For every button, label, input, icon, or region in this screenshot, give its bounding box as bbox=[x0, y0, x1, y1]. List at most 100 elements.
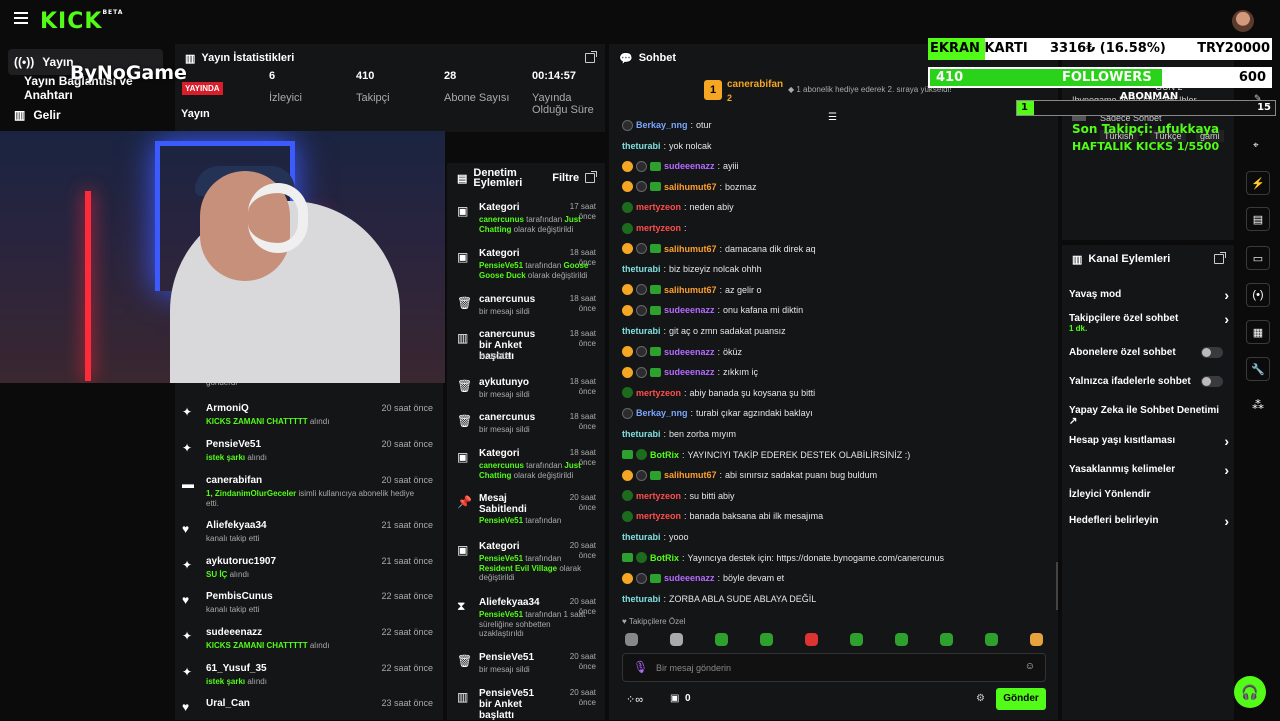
moderation-user[interactable]: PensieVe51 bbox=[479, 516, 523, 525]
popout-icon[interactable] bbox=[1214, 252, 1226, 264]
toggle-switch[interactable] bbox=[1201, 347, 1223, 358]
emote-icon[interactable] bbox=[805, 633, 818, 646]
avatar[interactable] bbox=[1232, 10, 1254, 32]
chat-username[interactable]: BotRix bbox=[650, 553, 679, 563]
gift-icon[interactable]: ▣ bbox=[670, 693, 679, 704]
chat-username[interactable]: mertyzeon bbox=[636, 223, 681, 233]
chat-username[interactable]: theturabi bbox=[622, 141, 661, 151]
kick-logo[interactable]: KICKBETA bbox=[40, 9, 123, 34]
chat-username[interactable]: theturabi bbox=[622, 264, 661, 274]
subs-goal-bar: 1 ABONMAN 15 bbox=[1016, 91, 1276, 116]
channel-action-item[interactable]: Hesap yaşı kısıtlaması › bbox=[1069, 433, 1229, 449]
chat-username[interactable]: mertyzeon bbox=[636, 388, 681, 398]
chat-input[interactable]: 🎙 Bir mesaj gönderin ☺ bbox=[622, 653, 1046, 682]
support-icon[interactable]: 🎧 bbox=[1234, 676, 1266, 708]
moderation-user[interactable]: canercunus bbox=[479, 215, 524, 224]
chat-username[interactable]: theturabi bbox=[622, 429, 661, 439]
toggle-switch[interactable] bbox=[1201, 376, 1223, 387]
chat-settings-icon[interactable]: ⚙ bbox=[976, 693, 985, 704]
emote-icon[interactable] bbox=[850, 633, 863, 646]
activity-user[interactable]: PensieVe51 bbox=[206, 439, 261, 450]
layout-icon[interactable]: ▦ bbox=[1246, 320, 1270, 344]
chat-username[interactable]: mertyzeon bbox=[636, 511, 681, 521]
top-gifter-name[interactable]: canerabifan bbox=[727, 79, 783, 90]
activity-user[interactable]: Aliefekyaa34 bbox=[206, 520, 267, 531]
emoji-icon[interactable]: ☺ bbox=[1025, 661, 1035, 672]
emote-icon[interactable] bbox=[1030, 633, 1043, 646]
chat-username[interactable]: salihumut67 bbox=[664, 182, 717, 192]
chat-username[interactable]: sudeeenazz bbox=[664, 573, 715, 583]
broadcast-icon[interactable]: (•) bbox=[1246, 283, 1270, 307]
activity-detail-text: kanalı takip etti bbox=[206, 534, 260, 543]
chat-username[interactable]: theturabi bbox=[622, 326, 661, 336]
activity-user[interactable]: sudeeenazz bbox=[206, 627, 262, 638]
send-button[interactable]: Gönder bbox=[996, 688, 1046, 710]
channel-action-item[interactable]: Yasaklanmış kelimeler › bbox=[1069, 462, 1229, 478]
more-icon[interactable]: ⁂ bbox=[1252, 398, 1264, 412]
chat-username[interactable]: sudeeenazz bbox=[664, 347, 715, 357]
moderation-title: canercunus bbox=[479, 294, 536, 305]
chat-username[interactable]: sudeeenazz bbox=[664, 367, 715, 377]
chat-username[interactable]: Berkay_nng bbox=[636, 408, 688, 418]
channel-action-item[interactable]: Yavaş mod › bbox=[1069, 287, 1229, 303]
lightning-icon[interactable]: ⚡ bbox=[1246, 171, 1270, 195]
emote-icon[interactable] bbox=[985, 633, 998, 646]
points-icon[interactable]: ⁘∞ bbox=[626, 693, 643, 706]
notes-icon[interactable]: ▤ bbox=[1246, 207, 1270, 231]
moderation-user[interactable]: PensieVe51 bbox=[479, 554, 523, 563]
menu-icon[interactable] bbox=[14, 12, 28, 26]
chat-username[interactable]: Berkay_nng bbox=[636, 120, 688, 130]
channel-action-item[interactable]: Abonelere özel sohbet bbox=[1069, 347, 1229, 358]
chat-username[interactable]: salihumut67 bbox=[664, 470, 717, 480]
sub-badge-icon bbox=[622, 160, 633, 172]
moderation-detail: PensieVe51 tarafından Goose Goose Duck o… bbox=[479, 261, 595, 280]
emote-icon[interactable] bbox=[625, 633, 638, 646]
channel-action-item[interactable]: Takipçilere özel sohbet 1 dk. › bbox=[1069, 311, 1229, 333]
chat-username[interactable]: sudeeenazz bbox=[664, 305, 715, 315]
mic-icon[interactable]: 🎙 bbox=[633, 660, 648, 674]
emote-icon[interactable] bbox=[715, 633, 728, 646]
chat-username[interactable]: theturabi bbox=[622, 594, 661, 604]
activity-user[interactable]: ArmoniQ bbox=[206, 403, 249, 414]
popout-icon[interactable] bbox=[585, 171, 597, 183]
moderation-user[interactable]: PensieVe51 bbox=[479, 610, 523, 619]
activity-user[interactable]: PembisCunus bbox=[206, 591, 273, 602]
emote-icon[interactable] bbox=[670, 633, 683, 646]
chat-username[interactable]: mertyzeon bbox=[636, 202, 681, 212]
chevron-right-icon: › bbox=[1224, 513, 1229, 529]
activity-user[interactable]: 61_Yusuf_35 bbox=[206, 663, 267, 674]
activity-user[interactable]: Ural_Can bbox=[206, 698, 250, 709]
nav-item-revenue[interactable]: ▥ Gelir bbox=[8, 102, 163, 128]
popout-icon[interactable] bbox=[585, 51, 597, 63]
channel-action-item[interactable]: Yalnızca ifadelerle sohbet bbox=[1069, 376, 1229, 387]
chat-username[interactable]: theturabi bbox=[622, 532, 661, 542]
chat-username[interactable]: BotRix bbox=[650, 450, 679, 460]
chat-username[interactable]: salihumut67 bbox=[664, 285, 717, 295]
channel-action-item[interactable]: Yapay Zeka ile Sohbet Denetimi ↗ bbox=[1069, 405, 1229, 427]
focus-icon[interactable]: ⌖ bbox=[1253, 140, 1259, 151]
chat-username[interactable]: salihumut67 bbox=[664, 244, 717, 254]
colon: : bbox=[663, 264, 667, 275]
chat-scrollbar[interactable] bbox=[1056, 562, 1058, 610]
channel-action-item[interactable]: Hedefleri belirleyin › bbox=[1069, 513, 1229, 529]
channel-action-label: Yavaş mod bbox=[1069, 289, 1122, 300]
live-badge: YAYINDA bbox=[182, 82, 223, 95]
wrench-icon[interactable]: 🔧 bbox=[1246, 357, 1270, 381]
moderation-user[interactable]: canercunus bbox=[479, 461, 524, 470]
activity-user[interactable]: canerabifan bbox=[206, 475, 262, 486]
chat-icon[interactable]: ▭ bbox=[1246, 246, 1270, 270]
emote-icon[interactable] bbox=[895, 633, 908, 646]
channel-action-item[interactable]: İzleyici Yönlendir bbox=[1069, 489, 1229, 500]
emote-icon[interactable] bbox=[940, 633, 953, 646]
activity-user[interactable]: aykutoruc1907 bbox=[206, 556, 276, 567]
filter-button[interactable]: Filtre bbox=[552, 172, 579, 184]
moderation-user[interactable]: PensieVe51 bbox=[479, 261, 523, 270]
pin-toggle-icon[interactable]: ☰ bbox=[828, 112, 837, 123]
chat-text: öküz bbox=[723, 346, 743, 357]
colon: : bbox=[690, 408, 694, 419]
colon: : bbox=[684, 490, 687, 501]
sub-badge-icon bbox=[622, 572, 633, 584]
chat-username[interactable]: mertyzeon bbox=[636, 491, 681, 501]
chat-username[interactable]: sudeeenazz bbox=[664, 161, 715, 171]
emote-icon[interactable] bbox=[760, 633, 773, 646]
